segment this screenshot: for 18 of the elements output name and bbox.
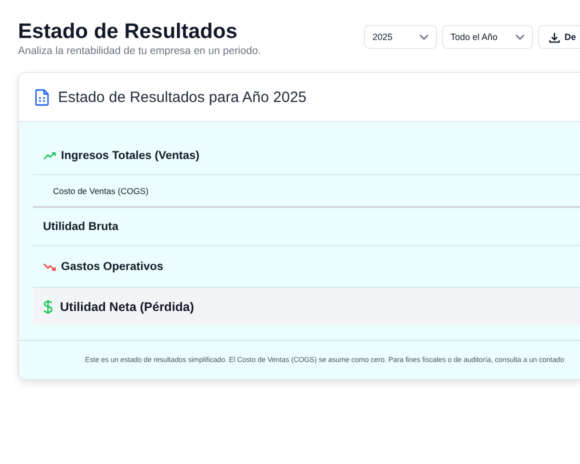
- dropdown-select[interactable]: Todo el Año: [442, 25, 534, 49]
- dropdown-select[interactable]: 2025: [364, 25, 438, 49]
- card-title: Estado de Resultados para Año 2025: [58, 88, 307, 106]
- document-icon: [35, 88, 49, 106]
- page-subtitle: Analiza la rentabilidad de tu empresa en un periodo.: [18, 45, 261, 57]
- trend-down-icon: [43, 262, 56, 270]
- download-button[interactable]: De: [538, 25, 580, 49]
- download-icon: [549, 32, 560, 42]
- trend-up-icon: [43, 152, 56, 160]
- chevron-down-icon: [515, 34, 526, 40]
- dollar-icon: [43, 298, 53, 314]
- row-label: Ingresos Totales (Ventas): [61, 150, 200, 162]
- row-label: Gastos Operativos: [61, 260, 164, 272]
- row-label: Utilidad Neta (Pérdida): [60, 300, 194, 314]
- row-label: Utilidad Bruta: [43, 220, 118, 232]
- page-title: Estado de Resultados: [18, 20, 238, 44]
- chevron-down-icon: [419, 34, 430, 40]
- row-label: Costo de Ventas (COGS): [53, 186, 148, 196]
